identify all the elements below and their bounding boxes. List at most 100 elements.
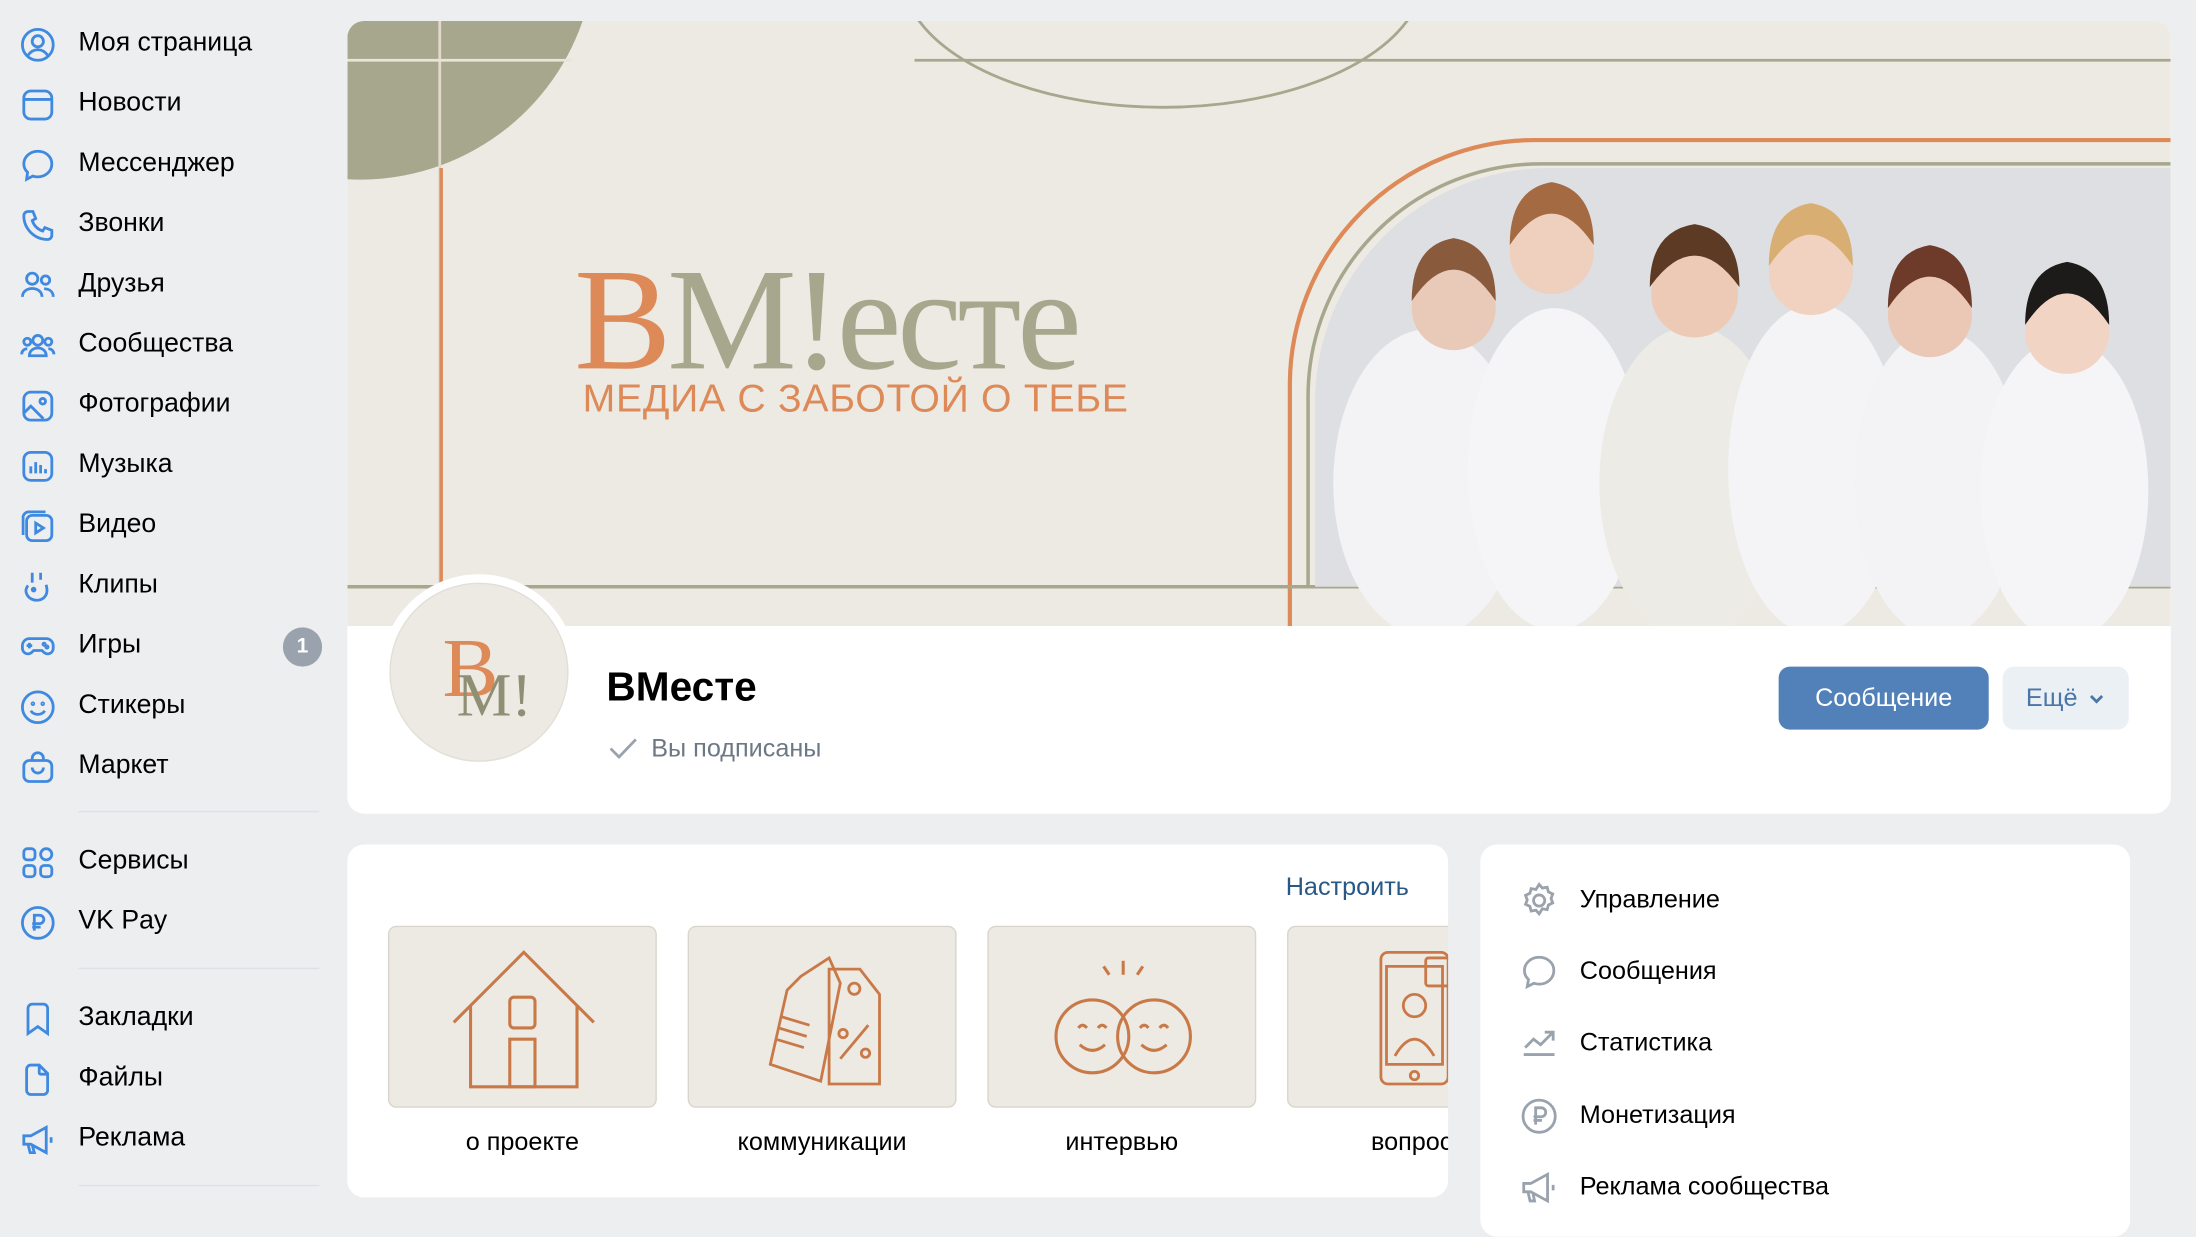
gear-icon (1523, 882, 1555, 917)
friends-icon (21, 271, 55, 298)
subscription-status-text: Вы подписаны (651, 733, 822, 762)
chat-bubble-icon (1523, 955, 1556, 990)
tile-label: о проекте (465, 1127, 580, 1156)
sidebar-item-communities[interactable]: Сообщества (0, 317, 336, 373)
sidebar-item-label: Закладки (78, 1002, 194, 1033)
photo-icon (22, 390, 54, 422)
sidebar-divider (78, 967, 320, 970)
ruble-icon (1521, 1098, 1557, 1134)
sidebar-divider (78, 810, 320, 813)
sidebar-item-label: Сообщества (78, 329, 234, 359)
sidebar-item-my-page[interactable]: Моя страница (0, 15, 336, 71)
widget-tile-communications[interactable]: коммуникации (687, 925, 957, 1157)
sidebar-item-music[interactable]: Музыка (0, 437, 336, 493)
sidebar-item-label: Реклама (78, 1123, 186, 1153)
widget-tile-interview[interactable]: интервью (987, 925, 1257, 1157)
music-icon (22, 450, 54, 482)
phone-icon (22, 210, 54, 241)
smile-icon (21, 690, 55, 725)
sidebar-item-services[interactable]: Сервисы (0, 833, 336, 889)
menu-item-label: Управление (1579, 885, 1720, 914)
menu-item-community-ads[interactable]: Реклама сообщества (1480, 1154, 2130, 1216)
sidebar-item-clips[interactable]: Клипы (0, 557, 336, 613)
sidebar-item-video[interactable]: Видео (0, 497, 336, 553)
sidebar-item-label: Игры (78, 630, 142, 660)
menu-item-statistics[interactable]: Статистика (1480, 1010, 2130, 1072)
sidebar-item-news[interactable]: Новости (0, 76, 336, 132)
sidebar-item-friends[interactable]: Друзья (0, 256, 336, 312)
avatar-image: В M! (389, 582, 569, 762)
tile-label: интервью (1065, 1127, 1179, 1156)
phone-chat-icon (1379, 950, 1449, 1086)
price-tags-icon (768, 955, 881, 1086)
sidebar-item-label: Звонки (78, 208, 165, 239)
gamepad-icon (21, 637, 55, 656)
group-name: ВМесте (606, 665, 757, 711)
sidebar-item-messenger[interactable]: Мессенджер (0, 136, 336, 192)
user-circle-icon (21, 28, 55, 62)
sidebar-item-label: Маркет (78, 750, 169, 781)
menu-item-label: Монетизация (1579, 1100, 1736, 1129)
sidebar-item-label: Новости (78, 88, 182, 118)
sidebar-item-files[interactable]: Файлы (0, 1050, 336, 1106)
chat-bubble-icon (22, 149, 54, 182)
bookmark-icon (26, 1002, 50, 1037)
tile-image (1287, 925, 1449, 1108)
sidebar-divider (78, 1184, 320, 1187)
sidebar-item-market[interactable]: Маркет (0, 738, 336, 794)
sidebar-item-label: Клипы (78, 570, 158, 600)
two-faces-icon (1054, 960, 1192, 1075)
sidebar-item-vk-pay[interactable]: VK Pay (0, 894, 336, 950)
sidebar-item-ads[interactable]: Реклама (0, 1111, 336, 1167)
sidebar-item-label: Моя страница (78, 28, 253, 58)
tile-label: вопрос/c (1370, 1127, 1448, 1156)
menu-item-label: Реклама сообщества (1579, 1172, 1830, 1201)
megaphone-icon (22, 1125, 53, 1155)
sidebar-item-photos[interactable]: Фотографии (0, 377, 336, 433)
more-button-label: Ещё (2025, 683, 2078, 712)
sidebar-item-bookmarks[interactable]: Закладки (0, 990, 336, 1046)
menu-item-messages[interactable]: Сообщения (1480, 938, 2130, 1000)
subscription-status[interactable]: Вы подписаны (606, 731, 821, 765)
chevron-down-icon (2090, 694, 2104, 703)
widget-tile-question[interactable]: вопрос/c (1287, 925, 1449, 1157)
menu-item-label: Статистика (1579, 1027, 1713, 1056)
menu-item-management[interactable]: Управление (1480, 867, 2130, 929)
sidebar-item-games[interactable]: Игры 1 (0, 618, 336, 674)
ruble-icon (21, 906, 55, 940)
sidebar-item-label: Видео (78, 509, 157, 540)
tile-image (687, 925, 957, 1108)
house-icon (452, 950, 595, 1089)
group-header-card: ВM!ecте МЕДИА С ЗАБОТОЙ О ТЕБЕ В M! ВМест… (347, 21, 2171, 814)
group-avatar[interactable]: В M! (380, 574, 578, 771)
games-count-badge: 1 (282, 627, 323, 667)
group-cover: ВM!ecте МЕДИА С ЗАБОТОЙ О ТЕБЕ (347, 21, 2171, 627)
sidebar-item-label: Стикеры (78, 690, 186, 720)
sidebar-item-label: Сервисы (78, 845, 189, 876)
news-icon (22, 89, 54, 121)
avatar-letter-secondary: M! (456, 661, 532, 730)
stats-chart-icon (1523, 1030, 1555, 1056)
tile-image (987, 925, 1257, 1108)
sidebar-item-label: Файлы (78, 1062, 163, 1093)
sidebar-item-label: Друзья (78, 268, 165, 299)
menu-item-monetization[interactable]: Монетизация (1480, 1083, 2130, 1145)
sidebar-item-label: Фотографии (78, 389, 231, 419)
more-button[interactable]: Ещё (2002, 666, 2129, 730)
message-button[interactable]: Сообщение (1778, 666, 1989, 730)
services-grid-icon (22, 847, 54, 879)
communities-icon (20, 334, 56, 358)
sidebar-item-calls[interactable]: Звонки (0, 196, 336, 252)
menu-item-label: Сообщения (1579, 956, 1717, 985)
tile-image (387, 925, 657, 1108)
megaphone-icon (1522, 1171, 1555, 1204)
configure-link[interactable]: Настроить (1286, 873, 1409, 902)
cover-tagline: МЕДИА С ЗАБОТОЙ О ТЕБЕ (582, 376, 1129, 421)
sidebar-item-label: Мессенджер (78, 148, 235, 178)
tile-label: коммуникации (737, 1127, 907, 1156)
sidebar-item-stickers[interactable]: Стикеры (0, 678, 336, 734)
widget-tile-about[interactable]: о проекте (387, 925, 657, 1157)
sidebar-item-label: VK Pay (78, 906, 168, 936)
avatar-logo: В M! (443, 626, 532, 730)
video-icon (21, 510, 54, 542)
